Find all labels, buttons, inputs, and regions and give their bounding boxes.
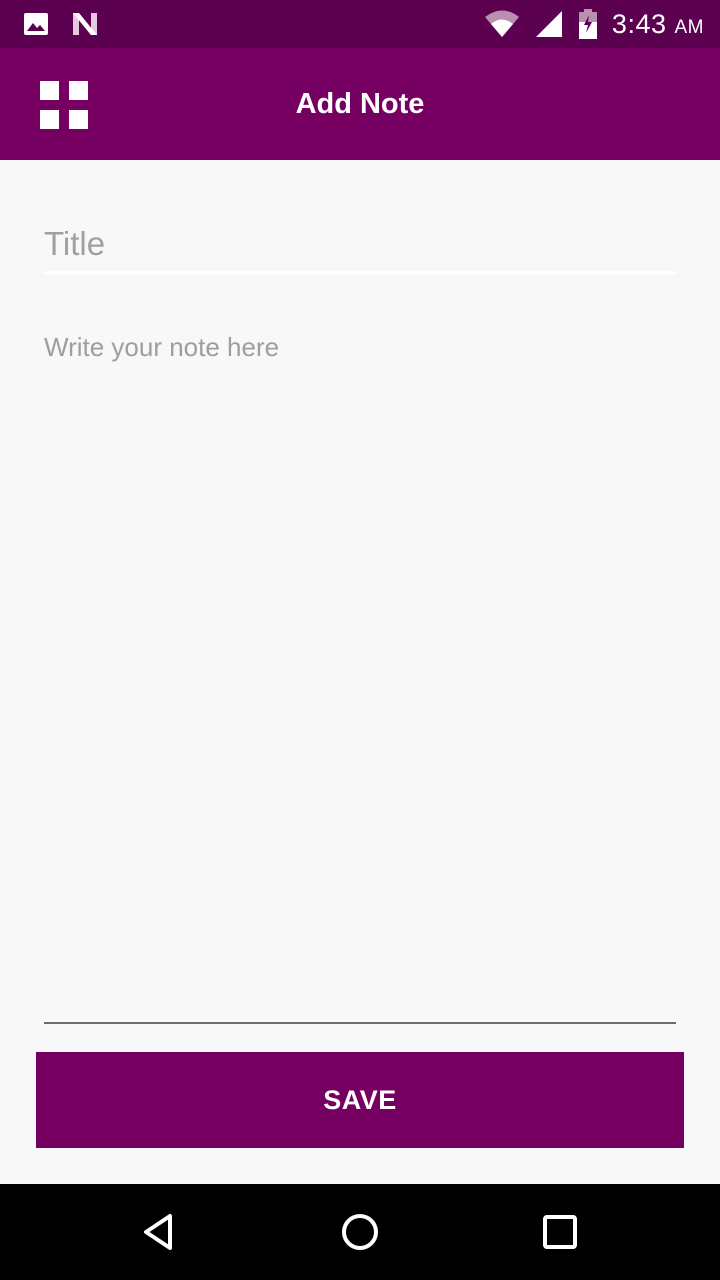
back-icon: [144, 1214, 172, 1250]
recents-icon: [543, 1215, 577, 1249]
app-bar: Add Note: [0, 48, 720, 160]
battery-icon: [578, 9, 597, 39]
note-form: SAVE: [0, 160, 720, 1184]
image-icon: [24, 13, 48, 35]
note-body-input[interactable]: [44, 332, 676, 1024]
navigation-bar: [0, 1184, 720, 1280]
save-button[interactable]: SAVE: [36, 1052, 684, 1148]
status-right: 3:43 AM: [484, 6, 704, 42]
page-title: Add Note: [295, 87, 425, 120]
menu-button[interactable]: [40, 81, 88, 129]
recents-button[interactable]: [536, 1208, 584, 1256]
status-left-icons: [22, 10, 100, 38]
title-input[interactable]: [44, 216, 676, 274]
cell-signal-icon: [535, 11, 562, 37]
grid-icon: [40, 81, 88, 129]
n-app-icon: [73, 13, 97, 35]
home-icon: [342, 1214, 378, 1250]
status-time: 3:43 AM: [612, 9, 704, 40]
home-button[interactable]: [336, 1208, 384, 1256]
status-time-ampm: AM: [674, 16, 704, 38]
wifi-icon: [484, 10, 519, 37]
status-bar: 3:43 AM: [0, 0, 720, 48]
status-time-value: 3:43: [611, 8, 667, 39]
back-button[interactable]: [136, 1208, 184, 1256]
